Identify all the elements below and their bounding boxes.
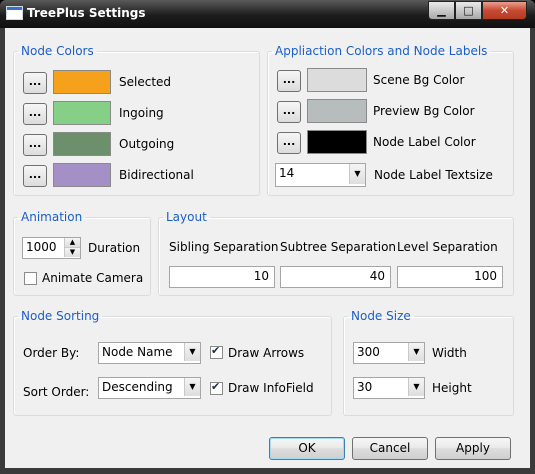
subtree-separation-input[interactable]: 40 [280, 266, 391, 288]
app-colors-legend: Appliaction Colors and Node Labels [275, 44, 488, 58]
animation-legend: Animation [21, 210, 83, 224]
level-separation-input[interactable]: 100 [397, 266, 503, 288]
dialog-body: Node Colors ... Selected ... Ingoing ...… [5, 28, 530, 468]
animate-camera-label: Animate Camera [42, 271, 144, 285]
node-colors-legend: Node Colors [21, 44, 94, 58]
node-sorting-legend: Node Sorting [21, 309, 100, 323]
sibling-separation-value: 10 [253, 269, 269, 283]
textsize-select[interactable]: 14 ▼ [275, 163, 366, 187]
node-height-value: 30 [357, 380, 373, 394]
scene-bg-color-label: Scene Bg Color [373, 73, 465, 87]
outgoing-color-picker-button[interactable]: ... [23, 134, 47, 156]
ok-button[interactable]: OK [269, 437, 345, 460]
title-bar[interactable]: TreePlus Settings ▁ □ ✕ [0, 0, 535, 28]
sibling-separation-label: Sibling Separation [169, 240, 279, 254]
animate-camera-checkbox[interactable] [24, 272, 37, 285]
chevron-down-icon[interactable]: ▼ [408, 343, 424, 361]
chevron-down-icon[interactable]: ▼ [184, 378, 200, 396]
cancel-button[interactable]: Cancel [352, 437, 428, 460]
settings-window: TreePlus Settings ▁ □ ✕ Node Colors ... … [0, 0, 535, 474]
level-separation-value: 100 [474, 269, 497, 283]
spin-down-icon[interactable]: ▼ [64, 248, 80, 257]
level-separation-label: Level Separation [397, 240, 498, 254]
selected-color-label: Selected [119, 75, 172, 89]
chevron-down-icon[interactable]: ▼ [408, 378, 424, 396]
chevron-down-icon[interactable]: ▼ [184, 343, 200, 361]
selected-color-swatch [53, 70, 111, 94]
ingoing-color-picker-button[interactable]: ... [23, 103, 47, 125]
ingoing-color-label: Ingoing [119, 106, 164, 120]
selected-color-picker-button[interactable]: ... [23, 72, 47, 94]
node-label-color-picker-button[interactable]: ... [277, 132, 301, 154]
preview-bg-color-swatch [307, 99, 367, 123]
draw-infofield-label: Draw InfoField [228, 381, 314, 395]
duration-spinner[interactable]: 1000 ▲ ▼ [22, 237, 81, 259]
node-size-legend: Node Size [351, 309, 411, 323]
node-height-select[interactable]: 30 ▼ [353, 377, 425, 399]
layout-legend: Layout [166, 210, 207, 224]
duration-value: 1000 [26, 240, 57, 254]
maximize-button[interactable]: □ [455, 1, 482, 20]
scene-bg-color-swatch [307, 68, 367, 92]
node-label-color-swatch [307, 130, 367, 154]
apply-button[interactable]: Apply [435, 437, 511, 460]
duration-label: Duration [88, 241, 141, 255]
sibling-separation-input[interactable]: 10 [169, 266, 275, 288]
draw-infofield-checkbox[interactable] [210, 380, 223, 395]
node-label-color-label: Node Label Color [373, 135, 476, 149]
sort-order-label: Sort Order: [23, 385, 90, 399]
app-window-icon [6, 6, 23, 20]
order-by-select[interactable]: Node Name ▼ [98, 342, 201, 364]
bidirectional-color-picker-button[interactable]: ... [23, 165, 47, 187]
draw-arrows-checkbox[interactable] [210, 344, 223, 359]
bidirectional-color-swatch [53, 163, 111, 187]
node-width-select[interactable]: 300 ▼ [353, 342, 425, 364]
order-by-label: Order By: [23, 346, 80, 360]
chevron-down-icon[interactable]: ▼ [349, 164, 365, 184]
spin-up-icon[interactable]: ▲ [64, 238, 80, 248]
order-by-value: Node Name [102, 345, 173, 359]
bidirectional-color-label: Bidirectional [119, 168, 194, 182]
sort-order-value: Descending [102, 380, 173, 394]
subtree-separation-value: 40 [369, 269, 385, 283]
preview-bg-color-label: Preview Bg Color [373, 104, 475, 118]
draw-arrows-label: Draw Arrows [228, 346, 305, 360]
outgoing-color-label: Outgoing [119, 137, 175, 151]
node-width-value: 300 [357, 345, 380, 359]
minimize-button[interactable]: ▁ [428, 1, 455, 20]
textsize-value: 14 [279, 166, 295, 180]
window-title: TreePlus Settings [27, 6, 146, 20]
subtree-separation-label: Subtree Separation [280, 240, 397, 254]
node-height-label: Height [432, 381, 472, 395]
preview-bg-color-picker-button[interactable]: ... [277, 101, 301, 123]
scene-bg-color-picker-button[interactable]: ... [277, 70, 301, 92]
sort-order-select[interactable]: Descending ▼ [98, 377, 201, 399]
close-button[interactable]: ✕ [482, 1, 527, 20]
ingoing-color-swatch [53, 101, 111, 125]
window-controls: ▁ □ ✕ [428, 1, 527, 20]
outgoing-color-swatch [53, 132, 111, 156]
node-width-label: Width [432, 346, 467, 360]
textsize-label: Node Label Textsize [374, 168, 493, 182]
